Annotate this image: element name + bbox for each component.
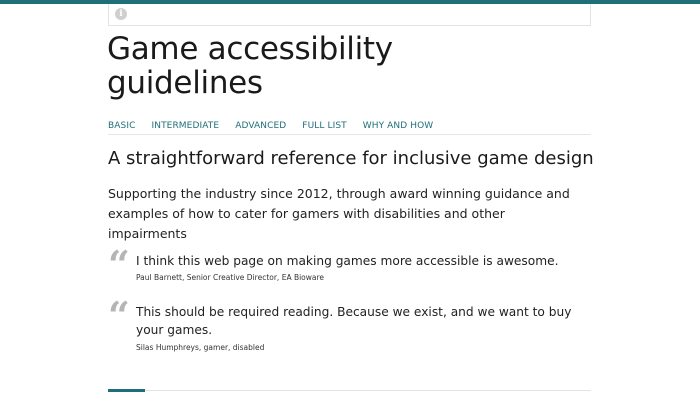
section-divider [108,390,591,391]
testimonial-attribution: Paul Barnett, Senior Creative Director, … [136,273,325,282]
testimonial-text: This should be required reading. Because… [136,305,572,337]
quote-mark-icon: “ [108,242,130,287]
info-icon[interactable]: i [115,8,127,20]
testimonial-attribution: Silas Humphreys, gamer, disabled [136,343,265,352]
page-subtitle: A straightforward reference for inclusiv… [108,148,594,169]
site-title[interactable]: Game accessibility guidelines [107,32,437,100]
nav-item-full-list[interactable]: FULL LIST [302,121,346,131]
nav-item-basic[interactable]: BASIC [108,121,135,131]
nav-divider [108,134,591,135]
section-divider-accent [108,389,145,392]
quote-mark-icon: “ [108,293,130,338]
main-nav: BASIC INTERMEDIATE ADVANCED FULL LIST WH… [108,121,449,131]
nav-item-why-and-how[interactable]: WHY AND HOW [363,121,434,131]
header-utility-bar: i [108,4,591,26]
nav-item-advanced[interactable]: ADVANCED [235,121,286,131]
intro-paragraph: Supporting the industry since 2012, thro… [108,186,570,241]
testimonial-text: I think this web page on making games mo… [136,254,559,268]
nav-item-intermediate[interactable]: INTERMEDIATE [151,121,219,131]
